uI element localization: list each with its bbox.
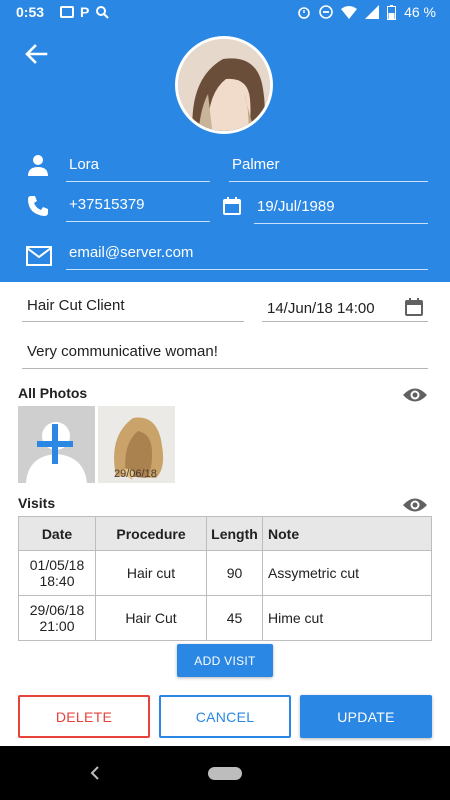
wifi-icon <box>341 5 358 19</box>
client-note-input[interactable]: Very communicative woman! <box>22 343 428 369</box>
visit-time: 21:00 <box>39 618 75 634</box>
visit-time: 18:40 <box>39 573 75 589</box>
column-header-procedure: Procedure <box>95 516 207 551</box>
column-header-length: Length <box>206 516 263 551</box>
visits-table-header: Date Procedure Length Note <box>18 516 432 551</box>
avatar-photo <box>178 39 270 131</box>
table-row[interactable]: 01/05/18 18:40 Hair cut 90 Assymetric cu… <box>18 550 432 596</box>
avatar[interactable] <box>175 36 273 134</box>
phone-input[interactable]: +37515379 <box>66 196 210 222</box>
visit-date: 01/05/18 <box>29 557 85 573</box>
system-icons: 46 % <box>297 4 436 20</box>
nav-home-pill[interactable] <box>208 767 242 780</box>
photos-section-title: All Photos <box>18 385 88 401</box>
visits-table: Date Procedure Length Note 01/05/18 18:4… <box>18 516 432 641</box>
photos-eye-icon[interactable] <box>402 386 428 404</box>
notification-card-icon <box>60 6 74 18</box>
dnd-icon <box>319 5 333 19</box>
person-icon <box>28 155 48 176</box>
battery-percent: 46 % <box>404 4 436 20</box>
visit-date-cell: 29/06/18 21:00 <box>18 595 96 641</box>
birth-date-input[interactable]: 19/Jul/1989 <box>254 198 428 224</box>
last-name-input[interactable]: Palmer <box>229 156 428 182</box>
email-input[interactable]: email@server.com <box>66 244 428 270</box>
visit-length: 45 <box>206 595 263 641</box>
client-type-input[interactable]: Hair Cut Client <box>22 297 244 322</box>
client-details-screen: 0:53 P 46 % Lora Palmer +37515379 19/Jul… <box>0 0 450 800</box>
mail-icon <box>26 246 52 266</box>
profile-header: Lora Palmer +37515379 19/Jul/1989 email@… <box>0 26 450 282</box>
system-nav-bar <box>0 746 450 800</box>
visits-eye-icon[interactable] <box>402 496 428 514</box>
column-header-date: Date <box>18 516 96 551</box>
status-time: 0:53 <box>16 4 45 20</box>
add-photo-button[interactable] <box>18 406 95 483</box>
visit-note: Hime cut <box>262 595 432 641</box>
delete-button[interactable]: DELETE <box>18 695 150 738</box>
visit-date: 29/06/18 <box>29 602 85 618</box>
column-header-note: Note <box>262 516 432 551</box>
photo-date: 29/06/18 <box>114 468 157 480</box>
signal-icon <box>365 5 380 19</box>
visit-date-cell: 01/05/18 18:40 <box>18 550 96 596</box>
cancel-button[interactable]: CANCEL <box>159 695 291 738</box>
visit-procedure: Hair cut <box>95 550 207 596</box>
alarm-icon <box>298 7 310 19</box>
parking-icon: P <box>80 4 90 20</box>
datetime-calendar-icon[interactable] <box>404 297 424 317</box>
battery-icon <box>387 4 397 20</box>
notification-icons: P <box>60 4 110 20</box>
visit-note: Assymetric cut <box>262 550 432 596</box>
status-bar: 0:53 P 46 % <box>0 0 450 26</box>
update-button[interactable]: UPDATE <box>300 695 432 738</box>
back-arrow-icon[interactable] <box>20 38 52 70</box>
phone-icon <box>28 196 48 216</box>
visit-length: 90 <box>206 550 263 596</box>
visit-procedure: Hair Cut <box>95 595 207 641</box>
photo-thumbnail[interactable]: 29/06/18 <box>98 406 175 483</box>
calendar-icon[interactable] <box>222 196 242 216</box>
search-notification-icon <box>96 6 110 19</box>
table-row[interactable]: 29/06/18 21:00 Hair Cut 45 Hime cut <box>18 595 432 641</box>
first-name-input[interactable]: Lora <box>66 156 210 182</box>
add-photo-icon <box>18 406 95 483</box>
add-visit-button[interactable]: ADD VISIT <box>177 644 273 677</box>
visits-section-title: Visits <box>18 495 56 511</box>
nav-back-icon[interactable] <box>88 763 102 783</box>
